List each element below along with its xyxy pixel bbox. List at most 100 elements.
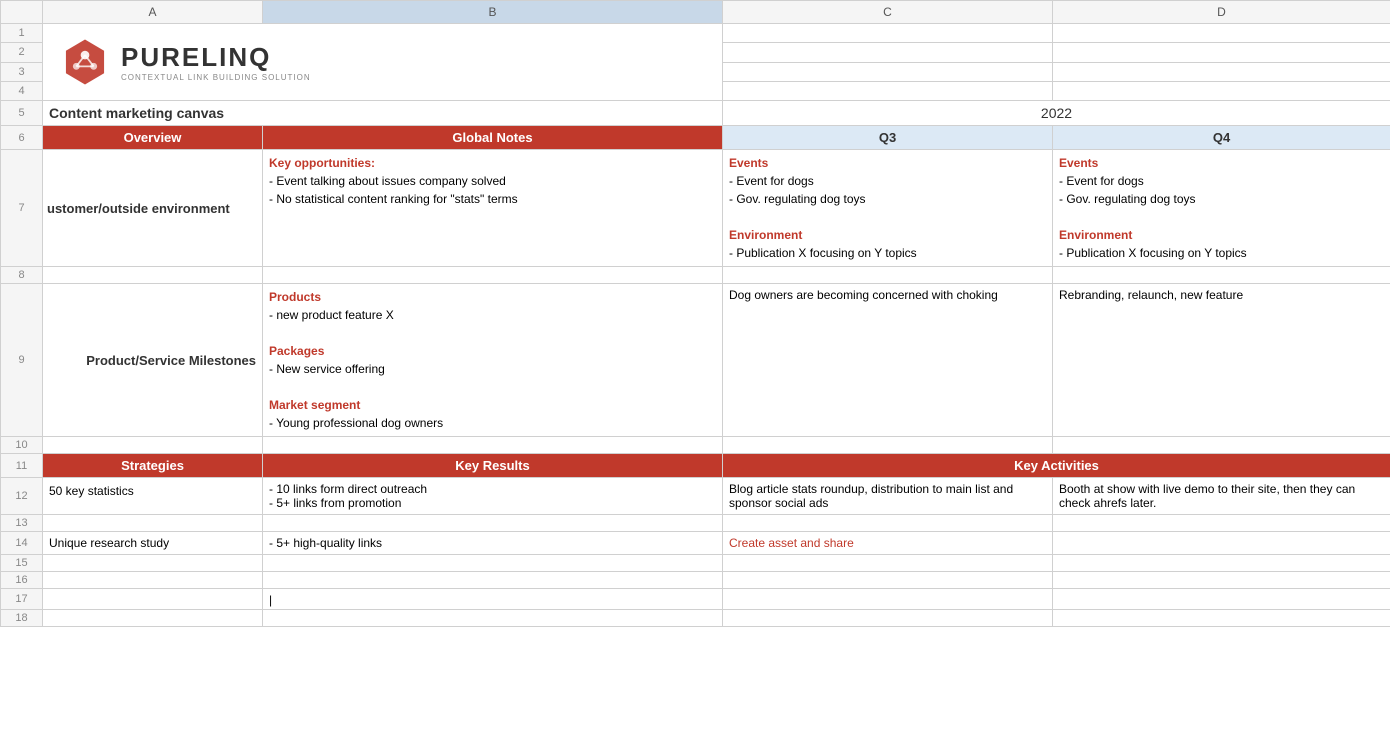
fifty-stats-label: 50 key statistics (49, 484, 134, 498)
q4-events-item2: - Gov. regulating dog toys (1059, 190, 1384, 208)
key-activities-label: Key Activities (1014, 458, 1099, 473)
cell-r10-c (723, 437, 1053, 454)
unique-research-label: Unique research study (49, 536, 169, 550)
cell-r15-a (43, 555, 263, 572)
q3-env-cell[interactable]: Events - Event for dogs - Gov. regulatin… (723, 150, 1053, 267)
cell-r13-a (43, 515, 263, 532)
row-num-4: 4 (1, 81, 43, 100)
row-num-12: 12 (1, 478, 43, 515)
unique-research-label-cell[interactable]: Unique research study (43, 532, 263, 555)
cell-r1-c (723, 24, 1053, 43)
cell-r10-a (43, 437, 263, 454)
col-header-c[interactable]: C (723, 1, 1053, 24)
q4-events-item1: - Event for dogs (1059, 172, 1384, 190)
blog-article-cell[interactable]: Blog article stats roundup, distribution… (723, 478, 1053, 515)
q3-events-item2: - Gov. regulating dog toys (729, 190, 1046, 208)
canvas-title-cell: Content marketing canvas (43, 101, 723, 126)
logo-cell: PURELINQ CONTEXTUAL LINK BUILDING SOLUTI… (43, 24, 723, 101)
cell-r16-c (723, 572, 1053, 589)
market-item1: - Young professional dog owners (269, 414, 716, 432)
customer-env-label-cell[interactable]: ustomer/outside environment (43, 150, 263, 267)
cell-r8-a (43, 267, 263, 284)
row-num-9: 9 (1, 284, 43, 437)
products-packages-cell[interactable]: Products - new product feature X Package… (263, 284, 723, 437)
row-num-17: 17 (1, 589, 43, 610)
row-num-1: 1 (1, 24, 43, 43)
year-label: 2022 (1041, 105, 1072, 121)
cell-r18-a (43, 610, 263, 627)
fifty-stats-label-cell[interactable]: 50 key statistics (43, 478, 263, 515)
purelinq-logo-icon (59, 36, 111, 88)
cell-r4-c (723, 81, 1053, 100)
cell-r14-d (1053, 532, 1390, 555)
create-asset-text: Create asset and share (729, 536, 854, 550)
rebranding-text: Rebranding, relaunch, new feature (1059, 288, 1243, 302)
cell-r3-c (723, 62, 1053, 81)
products-content: Products - new product feature X Package… (269, 288, 716, 432)
cell-r3-d (1053, 62, 1390, 81)
product-milestones-label: Product/Service Milestones (86, 353, 256, 368)
year-header-cell: 2022 (723, 101, 1390, 126)
row-num-6: 6 (1, 126, 43, 150)
q3-label: Q3 (879, 130, 896, 145)
key-opportunities-cell[interactable]: Key opportunities: - Event talking about… (263, 150, 723, 267)
cell-r18-d (1053, 610, 1390, 627)
logo-name: PURELINQ (121, 42, 311, 73)
cell-r4-d (1053, 81, 1390, 100)
booth-cell[interactable]: Booth at show with live demo to their si… (1053, 478, 1390, 515)
key-results-header-cell: Key Results (263, 454, 723, 478)
cell-r8-c (723, 267, 1053, 284)
cursor-indicator: | (269, 593, 272, 607)
key-opp-item1: - Event talking about issues company sol… (269, 172, 716, 190)
blog-article-text: Blog article stats roundup, distribution… (729, 482, 1013, 510)
cell-r18-c (723, 610, 1053, 627)
cell-r2-c (723, 43, 1053, 62)
dog-owners-cell[interactable]: Dog owners are becoming concerned with c… (723, 284, 1053, 437)
col-header-a[interactable]: A (43, 1, 263, 24)
products-title: Products (269, 288, 716, 306)
q4-events-content: Events - Event for dogs - Gov. regulatin… (1059, 154, 1384, 262)
q4-header: Q4 (1053, 126, 1390, 150)
q3-events-title: Events (729, 154, 1046, 172)
create-asset-cell[interactable]: Create asset and share (723, 532, 1053, 555)
corner-header (1, 1, 43, 24)
fifty-stats-results-cell[interactable]: - 10 links form direct outreach - 5+ lin… (263, 478, 723, 515)
overview-header: Overview (43, 126, 263, 150)
row-num-13: 13 (1, 515, 43, 532)
cell-r17-b[interactable]: | (263, 589, 723, 610)
cell-r15-d (1053, 555, 1390, 572)
col-header-b[interactable]: B (263, 1, 723, 24)
q4-label: Q4 (1213, 130, 1230, 145)
cell-r10-d (1053, 437, 1390, 454)
cell-r2-d (1053, 43, 1390, 62)
strategies-label: Strategies (121, 458, 184, 473)
canvas-title: Content marketing canvas (49, 105, 224, 121)
global-notes-label: Global Notes (452, 130, 532, 145)
row-num-7: 7 (1, 150, 43, 267)
cell-r17-c (723, 589, 1053, 610)
q4-env-cell[interactable]: Events - Event for dogs - Gov. regulatin… (1053, 150, 1390, 267)
cell-r15-b (263, 555, 723, 572)
q4-env-item1: - Publication X focusing on Y topics (1059, 244, 1384, 262)
cell-r13-d (1053, 515, 1390, 532)
q4-env-title: Environment (1059, 226, 1384, 244)
rebranding-cell[interactable]: Rebranding, relaunch, new feature (1053, 284, 1390, 437)
col-header-d[interactable]: D (1053, 1, 1390, 24)
key-opp-item2: - No statistical content ranking for "st… (269, 190, 716, 208)
row-num-8: 8 (1, 267, 43, 284)
row-num-18: 18 (1, 610, 43, 627)
product-milestones-label-cell[interactable]: Product/Service Milestones (43, 284, 263, 437)
row-num-14: 14 (1, 532, 43, 555)
logo-subtitle: CONTEXTUAL LINK BUILDING SOLUTION (121, 73, 311, 82)
packages-item1: - New service offering (269, 360, 716, 378)
cell-r15-c (723, 555, 1053, 572)
row-num-3: 3 (1, 62, 43, 81)
fifty-stats-item1: - 10 links form direct outreach (269, 482, 716, 496)
cell-r17-a (43, 589, 263, 610)
unique-research-results-cell[interactable]: - 5+ high-quality links (263, 532, 723, 555)
q4-events-title: Events (1059, 154, 1384, 172)
unique-research-result: - 5+ high-quality links (269, 536, 382, 550)
logo-text: PURELINQ CONTEXTUAL LINK BUILDING SOLUTI… (121, 42, 311, 82)
row-num-5: 5 (1, 101, 43, 126)
customer-env-label: ustomer/outside environment (47, 201, 230, 216)
